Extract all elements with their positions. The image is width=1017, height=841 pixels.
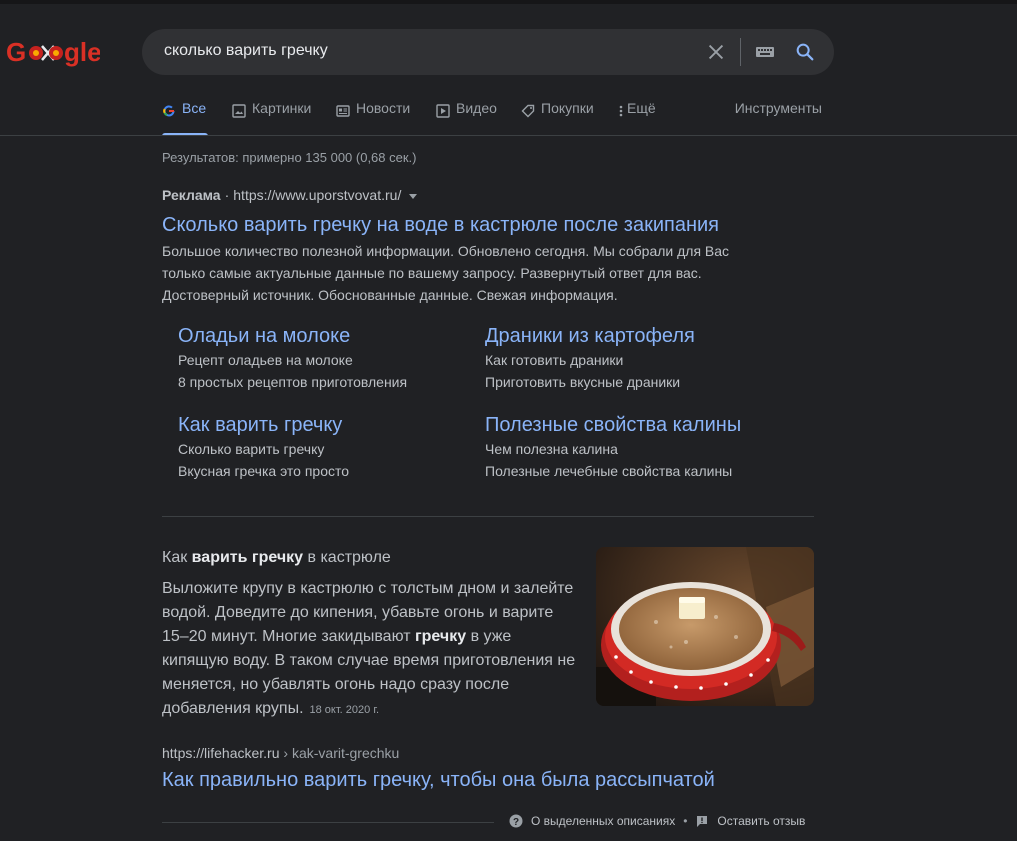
sitelink-line: Приготовить вкусные драники bbox=[485, 374, 681, 390]
google-logo[interactable]: G gle bbox=[6, 36, 100, 70]
ad-result: Реклама · https://www.uporstvovat.ru/ Ск… bbox=[162, 187, 822, 306]
feedback-icon bbox=[697, 816, 708, 827]
ad-menu-caret-icon[interactable] bbox=[409, 193, 418, 199]
sitelink: Как варить гречку Сколько варить гречку … bbox=[178, 412, 478, 482]
sitelink-title[interactable]: Как варить гречку bbox=[178, 412, 478, 438]
ad-badge: Реклама bbox=[162, 187, 221, 203]
snippet-date: 18 окт. 2020 г. bbox=[309, 704, 380, 716]
snippet-footer: ? О выделенных описаниях • Оставить отзы… bbox=[509, 814, 805, 828]
svg-text:gle: gle bbox=[64, 37, 100, 67]
image-icon bbox=[232, 104, 246, 118]
tab-more[interactable]: Ещё bbox=[617, 100, 656, 136]
tab-shopping[interactable]: Покупки bbox=[521, 100, 594, 136]
result-domain: https://lifehacker.ru bbox=[162, 745, 280, 761]
sitelink-line: Рецепт оладьев на молоке bbox=[178, 352, 353, 368]
section-divider bbox=[162, 516, 814, 517]
ad-description: Большое количество полезной информации. … bbox=[162, 243, 730, 303]
sitelink-title[interactable]: Полезные свойства калины bbox=[485, 412, 785, 438]
clear-icon[interactable] bbox=[705, 41, 727, 63]
sitelink-line: 8 простых рецептов приготовления bbox=[178, 374, 408, 390]
tab-video-label: Видео bbox=[456, 100, 497, 116]
sitelink-title[interactable]: Драники из картофеля bbox=[485, 323, 785, 349]
sitelink-title[interactable]: Оладьи на молоке bbox=[178, 323, 478, 349]
tab-images[interactable]: Картинки bbox=[232, 100, 311, 136]
snippet-body: Выложите крупу в кастрюлю с толстым дном… bbox=[162, 580, 576, 717]
play-icon bbox=[436, 104, 450, 118]
tools-button[interactable]: Инструменты bbox=[735, 100, 822, 116]
tab-all-label: Все bbox=[182, 100, 207, 116]
search-divider bbox=[740, 38, 741, 66]
sitelink-line: Чем полезна калина bbox=[485, 441, 618, 457]
sitelink: Драники из картофеля Как готовить драник… bbox=[485, 323, 785, 393]
sitelink-line: Полезные лечебные свойства калины bbox=[485, 463, 733, 479]
footer-divider bbox=[162, 822, 494, 823]
window-top-strip bbox=[0, 0, 1017, 4]
more-vert-icon bbox=[619, 105, 623, 117]
snippet-heading: Как варить гречку в кастрюле bbox=[162, 549, 391, 566]
google-g-icon bbox=[163, 105, 175, 117]
sitelink-line: Как готовить драники bbox=[485, 352, 624, 368]
result-url[interactable]: https://lifehacker.ru › kak-varit-grechk… bbox=[162, 745, 814, 761]
search-result: https://lifehacker.ru › kak-varit-grechk… bbox=[162, 745, 814, 793]
about-snippets-link[interactable]: О выделенных описаниях bbox=[531, 814, 675, 828]
search-box[interactable]: сколько варить гречку bbox=[142, 29, 834, 75]
tab-shopping-label: Покупки bbox=[541, 100, 594, 116]
ad-url[interactable]: https://www.uporstvovat.ru/ bbox=[233, 187, 401, 203]
tab-news-label: Новости bbox=[356, 100, 411, 116]
footer-dot: • bbox=[683, 814, 688, 828]
tab-more-label: Ещё bbox=[627, 100, 656, 116]
buckwheat-pot-image[interactable] bbox=[596, 547, 814, 706]
svg-text:G: G bbox=[6, 37, 26, 67]
ad-separator: · bbox=[224, 187, 230, 203]
ad-sitelinks: Оладьи на молоке Рецепт оладьев на молок… bbox=[178, 323, 798, 493]
search-tabs: Все Картинки Новости Видео Покупки Ещё И… bbox=[162, 100, 822, 136]
sitelink: Оладьи на молоке Рецепт оладьев на молок… bbox=[178, 323, 478, 393]
search-input[interactable]: сколько варить гречку bbox=[164, 42, 328, 60]
news-icon bbox=[336, 105, 350, 117]
featured-snippet: Как варить гречку в кастрюле Выложите кр… bbox=[162, 547, 582, 722]
search-icon[interactable] bbox=[794, 41, 816, 63]
tab-images-label: Картинки bbox=[252, 100, 312, 116]
sitelink-line: Вкусная гречка это просто bbox=[178, 463, 350, 479]
svg-text:?: ? bbox=[513, 817, 519, 828]
result-stats: Результатов: примерно 135 000 (0,68 сек.… bbox=[162, 150, 417, 165]
tag-icon bbox=[521, 104, 535, 118]
help-icon: ? bbox=[509, 814, 523, 828]
result-path: › kak-varit-grechku bbox=[279, 745, 400, 761]
keyboard-icon[interactable] bbox=[755, 44, 775, 60]
tab-all[interactable]: Все bbox=[162, 100, 208, 136]
tab-video[interactable]: Видео bbox=[436, 100, 497, 136]
ad-header: Реклама · https://www.uporstvovat.ru/ bbox=[162, 187, 822, 203]
tabs-divider bbox=[0, 135, 1017, 136]
tab-news[interactable]: Новости bbox=[336, 100, 410, 136]
ad-title-link[interactable]: Сколько варить гречку на воде в кастрюле… bbox=[162, 213, 822, 237]
result-title-link[interactable]: Как правильно варить гречку, чтобы она б… bbox=[162, 767, 814, 793]
feedback-link[interactable]: Оставить отзыв bbox=[717, 814, 805, 828]
sitelink: Полезные свойства калины Чем полезна кал… bbox=[485, 412, 785, 482]
sitelink-line: Сколько варить гречку bbox=[178, 441, 325, 457]
